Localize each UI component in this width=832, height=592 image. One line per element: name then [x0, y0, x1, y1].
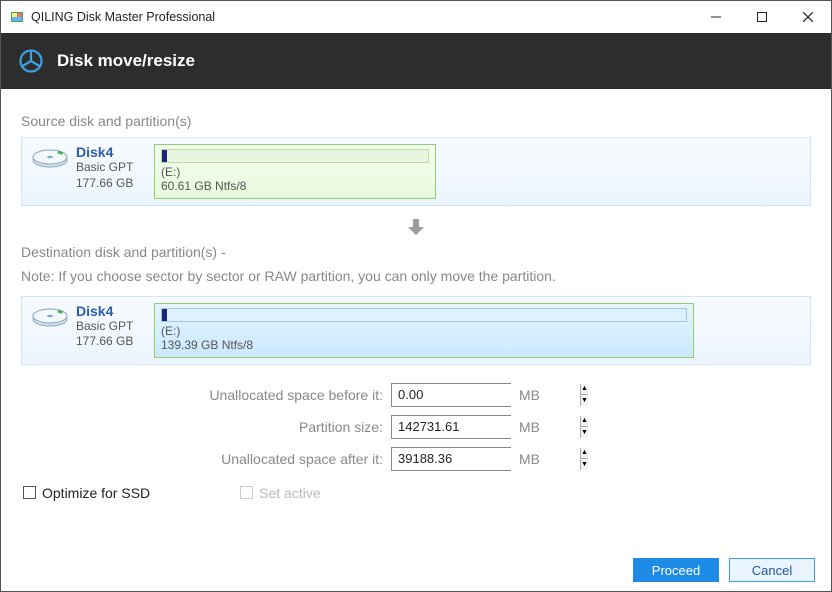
- destination-partition-desc: 139.39 GB Ntfs/8: [161, 338, 687, 352]
- checkbox-box-icon: [23, 486, 36, 499]
- destination-note: Note: If you choose sector by sector or …: [21, 268, 811, 284]
- optimize-ssd-checkbox[interactable]: Optimize for SSD: [23, 485, 150, 501]
- destination-disk-card[interactable]: Disk4 Basic GPT 177.66 GB (E:) 139.39 GB…: [21, 296, 811, 365]
- source-partition[interactable]: (E:) 60.61 GB Ntfs/8: [154, 144, 436, 199]
- spinner-down-button[interactable]: ▼: [581, 459, 588, 470]
- spinner-down-button[interactable]: ▼: [581, 427, 588, 438]
- unalloc-before-input[interactable]: [392, 384, 580, 406]
- partition-size-input[interactable]: [392, 416, 580, 438]
- partition-usage-bar[interactable]: [161, 308, 687, 322]
- source-section-label: Source disk and partition(s): [21, 113, 811, 129]
- partition-size-spinner[interactable]: ▲ ▼: [391, 415, 511, 439]
- unit-label: MB: [519, 419, 540, 435]
- partition-usage-fill: [162, 150, 167, 162]
- minimize-button[interactable]: [693, 1, 739, 33]
- arrow-down-icon: [21, 216, 811, 238]
- destination-disk-name: Disk4: [76, 303, 148, 319]
- destination-section-label: Destination disk and partition(s) -: [21, 244, 811, 260]
- unalloc-before-spinner[interactable]: ▲ ▼: [391, 383, 511, 407]
- page-title: Disk move/resize: [57, 51, 195, 71]
- destination-partition-drive: (E:): [161, 324, 687, 338]
- proceed-button[interactable]: Proceed: [633, 558, 719, 582]
- destination-disk-meta: Disk4 Basic GPT 177.66 GB: [76, 303, 148, 350]
- partition-usage-fill: [162, 309, 167, 321]
- unalloc-after-label: Unallocated space after it:: [21, 451, 391, 467]
- source-disk-name: Disk4: [76, 144, 148, 160]
- disk-icon: [30, 303, 70, 331]
- source-disk-size: 177.66 GB: [76, 176, 148, 192]
- logo-icon: [17, 47, 45, 75]
- partition-usage-bar: [161, 149, 429, 163]
- app-title: QILING Disk Master Professional: [31, 10, 693, 24]
- header: Disk move/resize: [1, 33, 831, 89]
- source-disk-meta: Disk4 Basic GPT 177.66 GB: [76, 144, 148, 191]
- optimize-ssd-label: Optimize for SSD: [42, 485, 150, 501]
- disk-icon: [30, 144, 70, 172]
- unit-label: MB: [519, 387, 540, 403]
- spinner-up-button[interactable]: ▲: [581, 416, 588, 428]
- titlebar: QILING Disk Master Professional: [1, 1, 831, 33]
- set-active-label: Set active: [259, 485, 320, 501]
- destination-disk-type: Basic GPT: [76, 319, 148, 335]
- spinner-down-button[interactable]: ▼: [581, 395, 588, 406]
- checkbox-box-icon: [240, 486, 253, 499]
- source-partition-drive: (E:): [161, 165, 429, 179]
- spinner-up-button[interactable]: ▲: [581, 384, 588, 396]
- source-disk-type: Basic GPT: [76, 160, 148, 176]
- destination-disk-size: 177.66 GB: [76, 334, 148, 350]
- unit-label: MB: [519, 451, 540, 467]
- cancel-button[interactable]: Cancel: [729, 558, 815, 582]
- source-disk-card[interactable]: Disk4 Basic GPT 177.66 GB (E:) 60.61 GB …: [21, 137, 811, 206]
- set-active-checkbox: Set active: [240, 485, 320, 501]
- app-icon: [9, 9, 25, 25]
- partition-size-label: Partition size:: [21, 419, 391, 435]
- destination-partition[interactable]: (E:) 139.39 GB Ntfs/8: [154, 303, 694, 358]
- maximize-button[interactable]: [739, 1, 785, 33]
- close-button[interactable]: [785, 1, 831, 33]
- unalloc-after-spinner[interactable]: ▲ ▼: [391, 447, 511, 471]
- source-partition-desc: 60.61 GB Ntfs/8: [161, 179, 429, 193]
- unalloc-before-label: Unallocated space before it:: [21, 387, 391, 403]
- spinner-up-button[interactable]: ▲: [581, 448, 588, 460]
- footer: Proceed Cancel: [1, 548, 831, 592]
- unalloc-after-input[interactable]: [392, 448, 580, 470]
